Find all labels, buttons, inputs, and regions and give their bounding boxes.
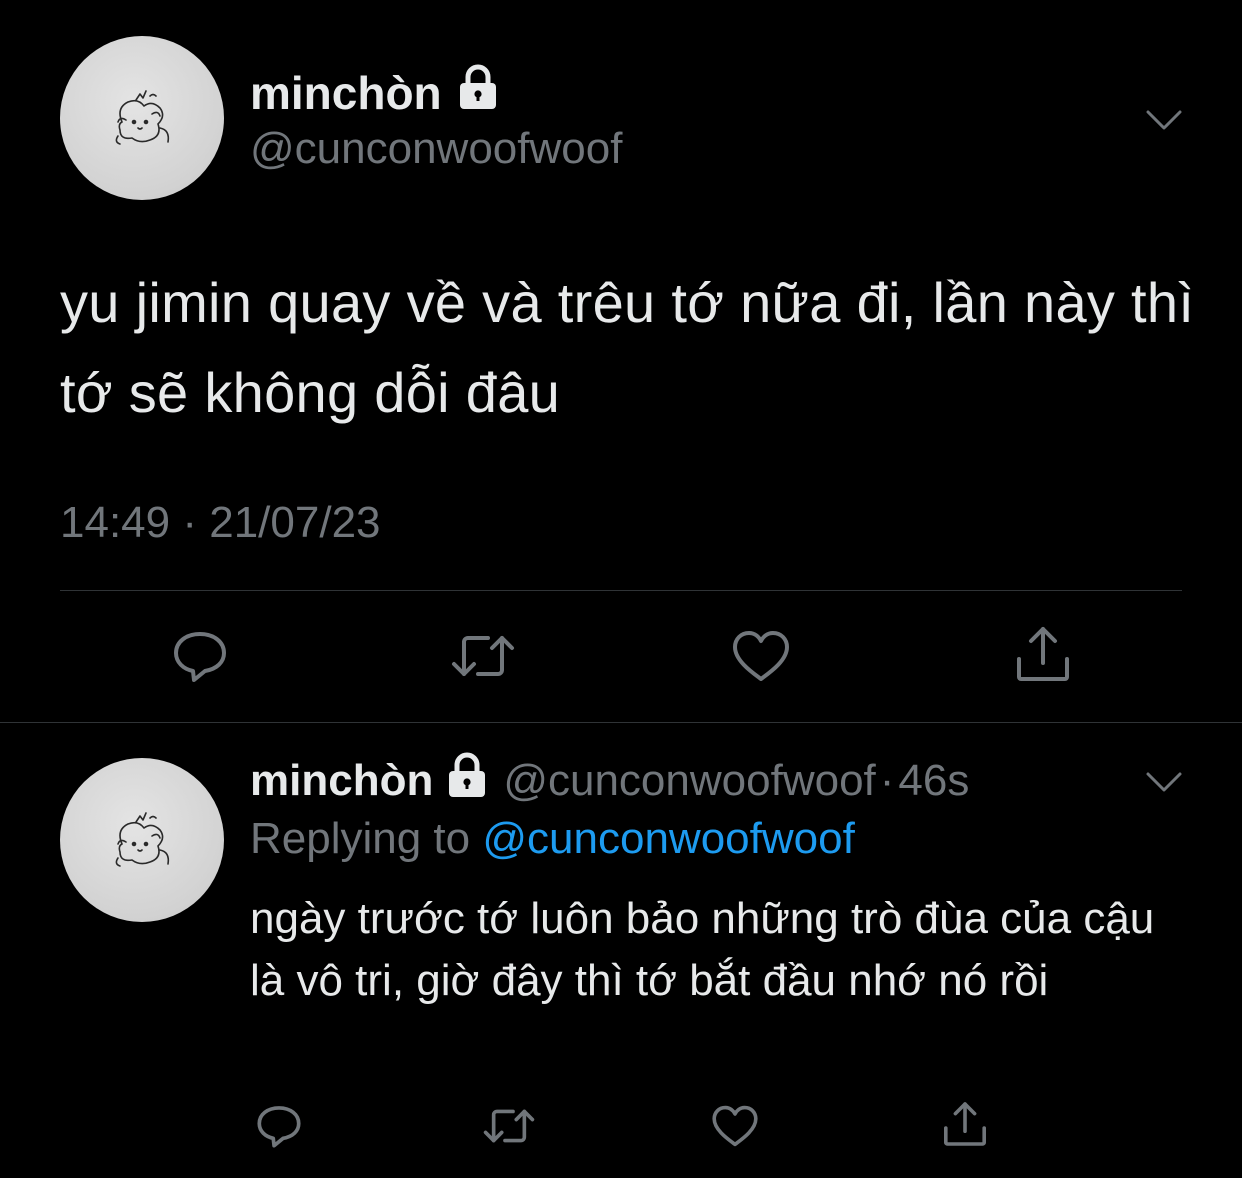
tweet-age[interactable]: 46s xyxy=(898,756,969,806)
replying-prefix: Replying to xyxy=(250,814,471,863)
replying-handle-link[interactable]: @cunconwoofwoof xyxy=(482,814,854,863)
avatar[interactable] xyxy=(60,758,224,922)
display-name-row[interactable]: minchòn xyxy=(250,64,500,121)
tweet-date: 21/07/23 xyxy=(209,498,381,547)
share-button[interactable] xyxy=(1012,622,1074,686)
share-icon xyxy=(944,1102,986,1146)
divider xyxy=(0,722,1242,723)
reply-button[interactable] xyxy=(170,626,230,686)
puppy-doodle-image xyxy=(115,90,170,145)
share-button[interactable] xyxy=(940,1098,990,1150)
reply-header: minchòn @cunconwoofwoof · 46s xyxy=(250,752,969,809)
retweet-icon xyxy=(483,1109,535,1143)
lock-icon xyxy=(456,64,500,121)
avatar[interactable] xyxy=(60,36,224,200)
puppy-doodle-image xyxy=(115,812,170,867)
header-separator: · xyxy=(879,755,895,805)
handle[interactable]: @cunconwoofwoof xyxy=(503,756,875,806)
heart-icon xyxy=(733,631,789,681)
timestamp: 14:49 · 21/07/23 xyxy=(60,498,381,548)
chevron-down-icon[interactable] xyxy=(1144,762,1184,802)
retweet-button[interactable] xyxy=(448,626,518,686)
timestamp-separator: · xyxy=(182,498,197,547)
divider xyxy=(60,590,1182,591)
share-icon xyxy=(1017,627,1069,681)
display-name[interactable]: minchòn xyxy=(250,66,442,120)
tweet-text: yu jimin quay về và trêu tớ nữa đi, lần … xyxy=(60,271,1195,424)
handle[interactable]: @cunconwoofwoof xyxy=(250,124,622,174)
reply-bubble-icon xyxy=(174,632,226,682)
retweet-icon xyxy=(452,636,514,676)
chevron-down-icon[interactable] xyxy=(1144,100,1184,140)
reply-text: ngày trước tớ luôn bảo những trò đùa của… xyxy=(250,894,1155,1005)
display-name[interactable]: minchòn xyxy=(250,756,433,806)
tweet-time: 14:49 xyxy=(60,498,171,547)
lock-icon xyxy=(445,752,489,809)
like-button[interactable] xyxy=(710,1104,760,1148)
reply-button[interactable] xyxy=(254,1102,304,1150)
heart-icon xyxy=(712,1105,758,1147)
reply-bubble-icon xyxy=(257,1106,301,1148)
like-button[interactable] xyxy=(730,626,792,686)
replying-to: Replying to @cunconwoofwoof xyxy=(250,814,855,864)
retweet-button[interactable] xyxy=(480,1104,538,1148)
